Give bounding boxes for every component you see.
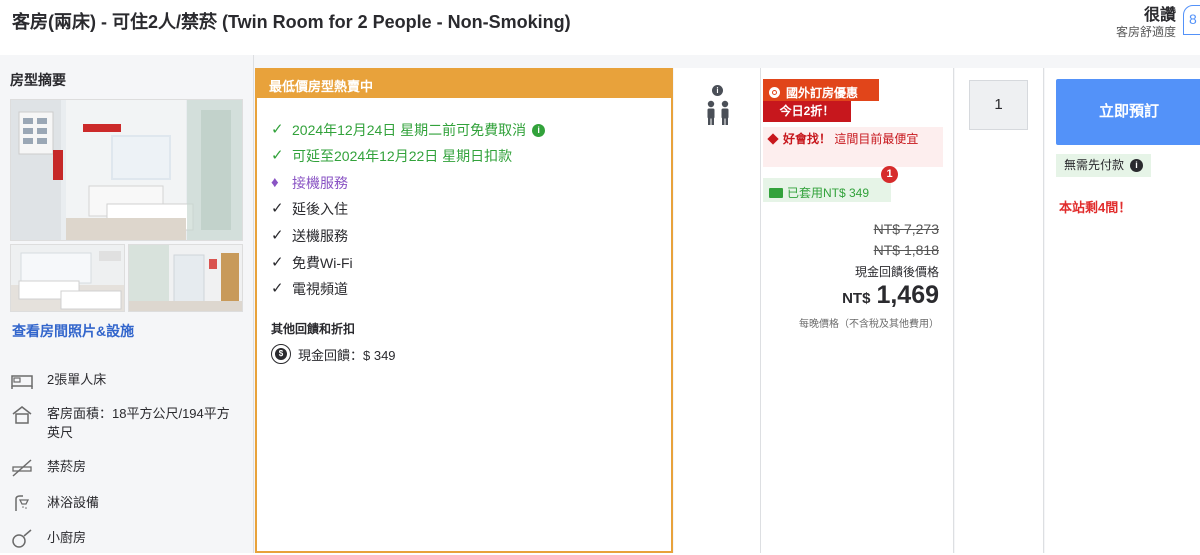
room-offer-row: 房型摘要 查看房間照片&設施 2張單人床 客房面積：18平方公尺/194平方英尺…	[0, 55, 1200, 553]
room-header: 客房(兩床) - 可住2人/禁菸 (Twin Room for 2 People…	[0, 0, 1200, 55]
room-photo-thumb-1[interactable]	[10, 244, 125, 312]
cashback-item: $ 現金回饋：$ 349	[271, 344, 396, 364]
no-smoking-icon	[10, 457, 34, 479]
room-photo-main[interactable]	[10, 99, 243, 241]
benefit-tv-text: 電視頻道	[292, 281, 348, 297]
info-icon[interactable]: i	[1130, 159, 1144, 172]
bed-icon	[10, 370, 34, 392]
occupancy-column: i	[674, 68, 761, 553]
room-quantity-select[interactable]: 1	[969, 80, 1028, 130]
best-deal-label: 好會找！	[783, 132, 832, 146]
benefit-late-checkin-text: 延後入住	[292, 201, 348, 217]
deal-benefits-panel: 最低價房型熱賣中 ✓ 2024年12月24日 星期二前可免費取消 i ✓ 可延至…	[255, 68, 673, 553]
check-icon: ✓	[271, 200, 284, 217]
benefit-airport-dropoff: ✓ 送機服務	[271, 227, 348, 245]
house-icon	[10, 404, 34, 426]
feature-beds: 2張單人床	[10, 370, 237, 392]
info-icon[interactable]: i	[712, 85, 723, 96]
benefit-pay-later-text: 可延至2024年12月22日 星期日扣款	[292, 148, 513, 164]
check-icon: ✓	[271, 280, 284, 297]
cashback-text: 現金回饋：$ 349	[298, 347, 396, 363]
feature-nonsmoking: 禁菸房	[10, 457, 237, 479]
booking-column: 立即預訂 無需先付款 i 本站剩4間！	[1045, 68, 1200, 553]
no-prepayment-badge: 無需先付款 i	[1056, 154, 1152, 177]
room-title: 客房(兩床) - 可住2人/禁菸 (Twin Room for 2 People…	[12, 12, 571, 32]
feature-area-text: 客房面積：18平方公尺/194平方英尺	[47, 406, 230, 440]
summary-title: 房型摘要	[10, 72, 66, 88]
check-icon: ✓	[271, 121, 284, 138]
benefit-airport-pickup-text: 接機服務	[292, 175, 348, 191]
diamond-icon: ♦	[271, 174, 279, 191]
benefit-wifi: ✓ 免費Wi-Fi	[271, 254, 353, 272]
benefit-airport-pickup: ♦ 接機服務	[271, 174, 348, 192]
tag-icon	[767, 133, 779, 145]
view-room-photos-link[interactable]: 查看房間照片&設施	[12, 321, 134, 341]
promo-badge: 國外訂房優惠	[763, 79, 879, 101]
check-icon: ✓	[271, 254, 284, 271]
info-icon[interactable]: i	[532, 123, 546, 137]
target-icon	[769, 86, 780, 98]
price-column: 國外訂房優惠 今日2折！ 好會找！ 這間目前最便宜 已套用NT$ 349 1 N…	[761, 68, 954, 553]
benefit-wifi-text: 免費Wi-Fi	[292, 255, 353, 271]
discount-badge: 今日2折！	[763, 101, 851, 122]
rooms-left-alert: 本站剩4間！	[1059, 200, 1132, 215]
promo-badge-text: 國外訂房優惠	[786, 85, 859, 100]
feature-kitchenette-text: 小廚房	[47, 530, 87, 545]
benefit-airport-dropoff-text: 送機服務	[292, 228, 348, 244]
notification-count-badge: 1	[881, 166, 898, 183]
check-icon: ✓	[271, 227, 284, 244]
other-rewards-title: 其他回饋和折扣	[271, 322, 356, 336]
best-deal-text: 這間目前最便宜	[834, 132, 919, 146]
benefit-free-cancel: ✓ 2024年12月24日 星期二前可免費取消 i	[271, 121, 546, 139]
feature-beds-text: 2張單人床	[47, 372, 107, 387]
quantity-column: 1	[955, 68, 1044, 553]
no-prepayment-text: 無需先付款	[1064, 158, 1125, 172]
score-badge[interactable]: 8	[1183, 5, 1200, 35]
final-price: NT$ 1,469	[842, 281, 939, 310]
rating-subtitle: 客房舒適度	[1115, 25, 1176, 39]
rating-word: 很讚	[1143, 7, 1176, 24]
two-guests-icon	[707, 100, 729, 125]
room-summary: 房型摘要 查看房間照片&設施 2張單人床 客房面積：18平方公尺/194平方英尺…	[0, 55, 254, 553]
benefit-free-cancel-text: 2024年12月24日 星期二前可免費取消	[292, 122, 527, 138]
book-now-button[interactable]: 立即預訂	[1056, 79, 1200, 145]
feature-shower: 淋浴設備	[10, 493, 237, 515]
benefit-pay-later: ✓ 可延至2024年12月22日 星期日扣款	[271, 147, 512, 165]
check-icon: ✓	[271, 147, 284, 164]
feature-shower-text: 淋浴設備	[47, 495, 100, 510]
coin-icon: $	[271, 344, 291, 364]
feature-nonsmoking-text: 禁菸房	[47, 459, 87, 474]
deal-header: 最低價房型熱賣中	[257, 70, 671, 98]
feature-area: 客房面積：18平方公尺/194平方英尺	[10, 404, 237, 442]
best-deal-box: 好會找！ 這間目前最便宜	[763, 127, 943, 167]
shower-icon	[10, 493, 34, 515]
final-price-currency: NT$	[842, 290, 871, 307]
kitchen-icon	[10, 528, 34, 550]
after-cashback-label: 現金回饋後價格	[854, 265, 939, 279]
ticket-icon	[769, 187, 783, 198]
per-night-note: 每晚價格（不含稅及其他費用）	[799, 319, 939, 330]
benefit-late-checkin: ✓ 延後入住	[271, 200, 348, 218]
applied-discount-text: 已套用NT$ 349	[787, 186, 870, 200]
discounted-price: NT$ 1,818	[873, 242, 939, 258]
final-price-amount: 1,469	[876, 281, 939, 309]
applied-discount[interactable]: 已套用NT$ 349	[763, 178, 891, 202]
feature-kitchenette: 小廚房	[10, 528, 237, 550]
room-photo-thumb-2[interactable]	[128, 244, 243, 312]
original-price: NT$ 7,273	[873, 221, 939, 237]
benefit-tv: ✓ 電視頻道	[271, 280, 348, 298]
